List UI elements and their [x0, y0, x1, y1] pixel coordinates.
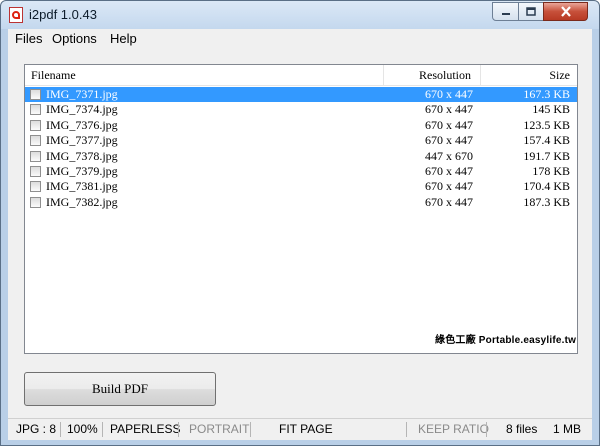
table-row[interactable]: IMG_7378.jpg 447 x 670 191.7 KB	[25, 149, 577, 164]
status-format: JPG : 8	[16, 422, 57, 436]
status-zoom[interactable]: 100%	[67, 419, 98, 440]
maximize-icon	[526, 7, 536, 16]
row-size: 145 KB	[532, 102, 570, 117]
row-resolution: 670 x 447	[425, 87, 473, 101]
row-resolution: 670 x 447	[425, 117, 473, 132]
row-checkbox[interactable]	[30, 104, 41, 116]
pdf-app-icon[interactable]	[9, 7, 23, 23]
row-size: 170.4 KB	[523, 179, 570, 194]
status-bar: JPG : 8 100% PAPERLESS PORTRAIT FIT PAGE…	[8, 418, 592, 440]
status-total-size: 1 MB	[553, 422, 582, 436]
row-size: 191.7 KB	[523, 148, 570, 163]
status-file-count: 8 files	[506, 422, 538, 436]
window-title: i2pdf 1.0.43	[29, 7, 97, 22]
table-row[interactable]: IMG_7381.jpg 670 x 447 170.4 KB	[25, 179, 577, 194]
file-rows: IMG_7371.jpg 670 x 447 167.3 KB IMG_7374.jp…	[25, 87, 577, 210]
header-size[interactable]: Size	[480, 65, 577, 85]
row-resolution: 670 x 447	[425, 179, 473, 194]
row-checkbox[interactable]	[30, 135, 41, 147]
row-checkbox[interactable]	[30, 150, 41, 162]
row-filename: IMG_7371.jpg	[46, 87, 118, 101]
row-checkbox[interactable]	[30, 119, 41, 131]
table-row[interactable]: IMG_7382.jpg 670 x 447 187.3 KB	[25, 195, 577, 210]
table-row[interactable]: IMG_7376.jpg 670 x 447 123.5 KB	[25, 118, 577, 133]
row-size: 157.4 KB	[523, 133, 570, 148]
status-orientation[interactable]: PORTRAIT	[189, 419, 249, 440]
title-bar[interactable]: i2pdf 1.0.43	[1, 1, 599, 29]
header-resolution[interactable]: Resolution	[383, 65, 475, 85]
row-checkbox[interactable]	[30, 89, 41, 100]
row-filename: IMG_7381.jpg	[46, 179, 118, 194]
status-paper[interactable]: PAPERLESS	[110, 419, 180, 440]
row-filename: IMG_7378.jpg	[46, 148, 118, 163]
row-filename: IMG_7382.jpg	[46, 194, 118, 209]
row-filename: IMG_7376.jpg	[46, 117, 118, 132]
app-window: i2pdf 1.0.43 Files Options Help Filename…	[0, 0, 600, 446]
table-row[interactable]: IMG_7371.jpg 670 x 447 167.3 KB	[25, 87, 577, 103]
file-list[interactable]: Filename Resolution Size IMG_7371.jpg 670…	[24, 64, 578, 354]
menu-bar: Files Options Help	[8, 29, 592, 49]
row-resolution: 670 x 447	[425, 194, 473, 209]
menu-options[interactable]: Options	[52, 31, 97, 46]
row-checkbox[interactable]	[30, 181, 41, 193]
row-filename: IMG_7379.jpg	[46, 163, 118, 178]
row-resolution: 670 x 447	[425, 163, 473, 178]
status-fit[interactable]: FIT PAGE	[279, 419, 333, 440]
table-row[interactable]: IMG_7379.jpg 670 x 447 178 KB	[25, 164, 577, 179]
minimize-icon	[501, 12, 510, 15]
close-icon	[560, 6, 571, 17]
row-resolution: 670 x 447	[425, 133, 473, 148]
menu-help[interactable]: Help	[110, 31, 137, 46]
row-resolution: 447 x 670	[425, 148, 473, 163]
row-resolution: 670 x 447	[425, 102, 473, 117]
build-pdf-button[interactable]: Build PDF	[24, 372, 216, 406]
minimize-button[interactable]	[492, 2, 519, 21]
row-filename: IMG_7377.jpg	[46, 133, 118, 148]
client-area: Files Options Help Filename Resolution S…	[8, 29, 592, 440]
status-keep-ratio[interactable]: KEEP RATIO	[418, 419, 489, 440]
row-size: 123.5 KB	[523, 117, 570, 132]
maximize-button[interactable]	[518, 2, 544, 21]
row-checkbox[interactable]	[30, 196, 41, 208]
row-checkbox[interactable]	[30, 165, 41, 177]
row-filename: IMG_7374.jpg	[46, 102, 118, 117]
row-size: 178 KB	[532, 163, 570, 178]
table-row[interactable]: IMG_7377.jpg 670 x 447 157.4 KB	[25, 133, 577, 148]
row-size: 187.3 KB	[523, 194, 570, 209]
close-button[interactable]	[543, 2, 588, 21]
list-header: Filename Resolution Size	[25, 65, 577, 86]
watermark-text: 綠色工廠 Portable.easylife.tw	[435, 335, 577, 346]
table-row[interactable]: IMG_7374.jpg 670 x 447 145 KB	[25, 102, 577, 117]
row-size: 167.3 KB	[523, 87, 570, 101]
menu-files[interactable]: Files	[15, 31, 42, 46]
header-filename[interactable]: Filename	[31, 65, 76, 85]
